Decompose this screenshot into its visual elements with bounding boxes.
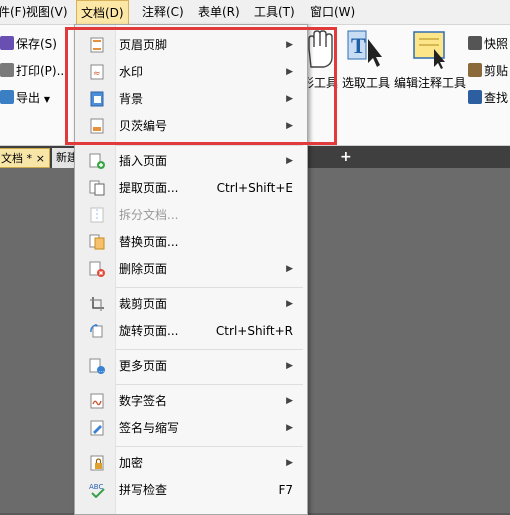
svg-text:…: …	[98, 367, 104, 374]
menu-view[interactable]: 视图(V)	[22, 0, 72, 24]
tab-new[interactable]: 新建	[52, 148, 78, 168]
menu-item-rotate-page[interactable]: 旋转页面... Ctrl+Shift+R	[75, 318, 307, 344]
rotate-page-icon	[90, 324, 103, 338]
split-document-icon	[90, 207, 104, 223]
submenu-arrow-icon: ▶	[286, 396, 293, 406]
tab-close-icon[interactable]: ×	[36, 149, 45, 169]
save-button[interactable]: 保存(S)	[0, 34, 57, 54]
menu-item-replace-page[interactable]: 替换页面...	[75, 229, 307, 255]
snapshot-button[interactable]: 快照	[468, 34, 508, 54]
submenu-arrow-icon: ▶	[286, 156, 293, 166]
binoculars-icon	[468, 90, 482, 104]
menu-tools[interactable]: 工具(T)	[250, 0, 299, 24]
clipboard-button[interactable]: 剪贴	[468, 61, 508, 81]
digital-signature-icon	[90, 393, 104, 409]
menu-item-split-document[interactable]: 拆分文档...	[75, 202, 307, 228]
menu-document[interactable]: 文档(D)	[76, 0, 129, 24]
delete-page-icon	[89, 261, 105, 277]
add-tab-button[interactable]: +	[336, 147, 356, 167]
clipboard-icon	[468, 63, 482, 77]
menu-item-encrypt[interactable]: 加密 ▶	[75, 450, 307, 476]
insert-page-icon	[89, 153, 105, 169]
menu-comment[interactable]: 注释(C)	[138, 0, 188, 24]
sign-initials-icon	[90, 420, 104, 436]
menu-item-extract-page[interactable]: 提取页面... Ctrl+Shift+E	[75, 175, 307, 201]
menu-separator	[115, 446, 303, 447]
more-pages-icon: …	[89, 358, 105, 374]
find-button[interactable]: 查找	[468, 88, 508, 108]
spell-check-icon: ABC	[89, 483, 105, 498]
menu-bar: 件(F) 视图(V) 文档(D) 注释(C) 表单(R) 工具(T) 窗口(W)	[0, 0, 510, 25]
menu-form[interactable]: 表单(R)	[194, 0, 244, 24]
submenu-arrow-icon: ▶	[286, 361, 293, 371]
menu-item-spell-check[interactable]: ABC 拼写检查 F7	[75, 477, 307, 503]
select-tool-button[interactable]: T 选取工具	[342, 29, 390, 91]
submenu-arrow-icon: ▶	[286, 264, 293, 274]
encrypt-icon	[90, 455, 104, 471]
text-select-icon: T	[347, 30, 382, 67]
svg-text:T: T	[351, 33, 366, 58]
menu-separator	[115, 145, 303, 146]
submenu-arrow-icon: ▶	[286, 299, 293, 309]
submenu-arrow-icon: ▶	[286, 423, 293, 433]
menu-item-delete-page[interactable]: 删除页面 ▶	[75, 256, 307, 282]
export-button[interactable]: 导出 ▼	[0, 88, 50, 108]
menu-separator	[115, 349, 303, 350]
svg-text:ABC: ABC	[89, 483, 103, 491]
menu-item-crop-page[interactable]: 裁剪页面 ▶	[75, 291, 307, 317]
menu-window[interactable]: 窗口(W)	[306, 0, 359, 24]
extract-page-icon	[89, 180, 105, 196]
edit-annotation-tool-button[interactable]: 编辑注释工具	[394, 29, 466, 91]
export-icon	[0, 90, 14, 104]
save-icon	[0, 36, 14, 50]
menu-item-digital-signature[interactable]: 数字签名 ▶	[75, 388, 307, 414]
menu-separator	[115, 384, 303, 385]
printer-icon	[0, 63, 14, 77]
replace-page-icon	[89, 234, 105, 250]
tab-document[interactable]: 文档 * ×	[0, 148, 50, 168]
print-button[interactable]: 打印(P)...	[0, 61, 68, 81]
menu-item-more-pages[interactable]: … 更多页面 ▶	[75, 353, 307, 379]
menu-item-sign-initials[interactable]: 签名与缩写 ▶	[75, 415, 307, 441]
camera-icon	[468, 36, 482, 50]
menu-item-insert-page[interactable]: 插入页面 ▶	[75, 148, 307, 174]
submenu-arrow-icon: ▶	[286, 458, 293, 468]
annotation-edit-icon	[413, 31, 445, 69]
menu-separator	[115, 287, 303, 288]
highlight-box	[65, 27, 337, 145]
crop-page-icon	[90, 297, 104, 311]
